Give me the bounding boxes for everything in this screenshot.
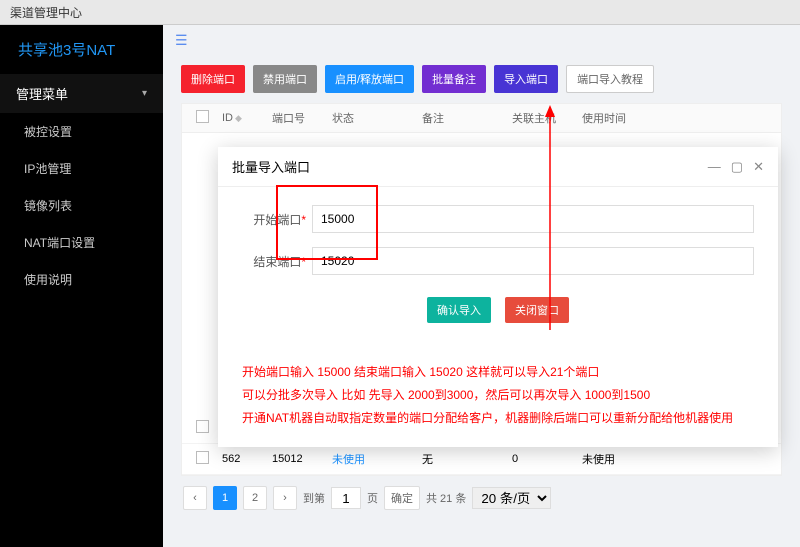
pager-confirm[interactable]: 确定 [384,486,420,510]
disable-port-button[interactable]: 禁用端口 [253,65,317,93]
sidebar-item-controlled[interactable]: 被控设置 [0,113,163,150]
app-title: 渠道管理中心 [10,6,82,20]
table-row: 562 15012 未使用 无 0 未使用 [182,444,781,475]
pager-page-input[interactable] [331,487,361,509]
sidebar-item-ip-pool[interactable]: IP池管理 [0,150,163,187]
col-port: 端口号 [266,110,326,126]
brand-title: 共享池3号NAT [0,25,163,74]
confirm-import-button[interactable]: 确认导入 [427,297,491,323]
cell-time: 未使用 [576,451,676,467]
help-line-2: 可以分批多次导入 比如 先导入 2000到3000，然后可以再次导入 1000到… [242,384,754,407]
start-port-input[interactable] [312,205,754,233]
table-header: ID◆ 端口号 状态 备注 关联主机 使用时间 [181,103,782,133]
help-text: 开始端口输入 15000 结束端口输入 15020 这样就可以导入21个端口 可… [218,355,778,447]
delete-port-button[interactable]: 删除端口 [181,65,245,93]
col-status: 状态 [326,110,416,126]
help-line-1: 开始端口输入 15000 结束端口输入 15020 这样就可以导入21个端口 [242,361,754,384]
close-window-button[interactable]: 关闭窗口 [505,297,569,323]
cell-status: 未使用 [326,451,416,467]
sidebar: 共享池3号NAT 管理菜单 ▾ 被控设置 IP池管理 镜像列表 NAT端口设置 … [0,25,163,547]
sidebar-item-help[interactable]: 使用说明 [0,261,163,298]
pager-page-label: 页 [367,490,378,506]
top-bar: 渠道管理中心 [0,0,800,25]
enable-port-button[interactable]: 启用/释放端口 [325,65,414,93]
import-modal: 批量导入端口 — ▢ ✕ 开始端口* 结束端口* 确认导入 关闭窗口 开始端口输… [218,147,778,447]
pagination: ‹ 1 2 › 到第 页 确定 共 21 条 20 条/页 [181,476,782,520]
cell-id: 562 [216,453,266,465]
pager-size-select[interactable]: 20 条/页 [472,487,551,509]
menu-group-admin[interactable]: 管理菜单 ▾ [0,74,163,113]
chevron-down-icon: ▾ [142,88,147,99]
col-id: ID [222,112,233,124]
minimize-icon[interactable]: — [708,159,721,175]
end-port-label: 结束端口 [253,255,301,269]
help-line-3: 开通NAT机器自动取指定数量的端口分配给客户，机器删除后端口可以重新分配给他机器… [242,407,754,430]
modal-title: 批量导入端口 [232,157,310,176]
hamburger-icon[interactable]: ☰ [175,32,188,49]
cell-port: 15012 [266,453,326,465]
col-host: 关联主机 [506,110,576,126]
pager-prev[interactable]: ‹ [183,486,207,510]
close-icon[interactable]: ✕ [753,159,764,175]
start-port-label: 开始端口 [253,213,301,227]
row-checkbox[interactable] [196,420,209,433]
col-note: 备注 [416,110,506,126]
pager-next[interactable]: › [273,486,297,510]
cell-host: 0 [506,453,576,465]
sidebar-item-mirror-list[interactable]: 镜像列表 [0,187,163,224]
sort-icon[interactable]: ◆ [235,113,242,123]
batch-note-button[interactable]: 批量备注 [422,65,486,93]
import-port-button[interactable]: 导入端口 [494,65,558,93]
end-port-input[interactable] [312,247,754,275]
cell-note: 无 [416,451,506,467]
maximize-icon[interactable]: ▢ [731,159,743,175]
select-all-checkbox[interactable] [196,110,209,123]
import-tutorial-button[interactable]: 端口导入教程 [566,65,654,93]
pager-to-label: 到第 [303,490,325,506]
pager-page-1[interactable]: 1 [213,486,237,510]
menu-group-label: 管理菜单 [16,84,68,103]
row-checkbox[interactable] [196,451,209,464]
sidebar-item-nat-port[interactable]: NAT端口设置 [0,224,163,261]
toolbar: 删除端口 禁用端口 启用/释放端口 批量备注 导入端口 端口导入教程 [181,65,782,93]
col-time: 使用时间 [576,110,676,126]
pager-page-2[interactable]: 2 [243,486,267,510]
pager-total: 共 21 条 [426,490,466,506]
